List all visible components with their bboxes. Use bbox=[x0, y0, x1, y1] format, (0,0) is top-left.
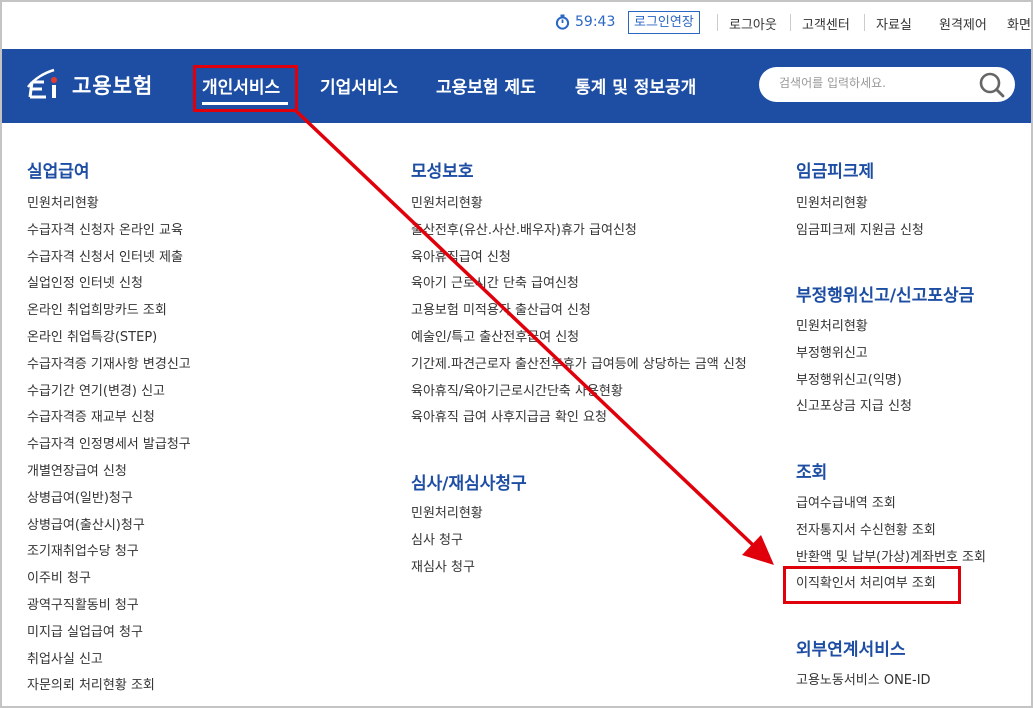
divider bbox=[790, 14, 791, 31]
resources-link[interactable]: 자료실 bbox=[876, 14, 912, 33]
logout-link[interactable]: 로그아웃 bbox=[729, 14, 777, 33]
wage-peak-menu: 민원처리현황 임금피크제 지원금 신청 bbox=[796, 195, 924, 249]
divider bbox=[717, 14, 718, 31]
menu-item[interactable]: 부정행위신고 bbox=[796, 345, 912, 372]
review-menu: 민원처리현황 심사 청구 재심사 청구 bbox=[411, 505, 483, 585]
menu-item[interactable]: 온라인 취업희망카드 조회 bbox=[27, 302, 191, 329]
menu-item[interactable]: 수급자격 인정명세서 발급청구 bbox=[27, 436, 191, 463]
site-logo[interactable]: 고용보험 bbox=[24, 67, 153, 103]
section-title-external: 외부연계서비스 bbox=[796, 640, 906, 660]
menu-item[interactable]: 신고포상금 지급 신청 bbox=[796, 398, 912, 425]
fraud-report-menu: 민원처리현황 부정행위신고 부정행위신고(익명) 신고포상금 지급 신청 bbox=[796, 318, 912, 425]
menu-item[interactable]: 미지급 실업급여 청구 bbox=[27, 624, 191, 651]
menu-item[interactable]: 기간제.파견근로자 출산전후휴가 급여등에 상당하는 금액 신청 bbox=[411, 356, 747, 383]
menu-item[interactable]: 광역구직활동비 청구 bbox=[27, 597, 191, 624]
menu-item[interactable]: 육아휴직 급여 사후지급금 확인 요청 bbox=[411, 409, 747, 436]
menu-item[interactable]: 고용노동서비스 ONE-ID bbox=[796, 672, 931, 699]
divider bbox=[864, 14, 865, 31]
menu-item[interactable]: 수급자격 신청서 인터넷 제출 bbox=[27, 249, 191, 276]
section-title-review: 심사/재심사청구 bbox=[411, 474, 527, 494]
session-timer: 59:43 bbox=[555, 14, 615, 30]
remote-control-link[interactable]: 원격제어 bbox=[939, 14, 987, 33]
timer-value: 59:43 bbox=[575, 14, 616, 30]
menu-item[interactable]: 상병급여(출산시)청구 bbox=[27, 517, 191, 544]
menu-item[interactable]: 상병급여(일반)청구 bbox=[27, 490, 191, 517]
menu-item[interactable]: 개별연장급여 신청 bbox=[27, 463, 191, 490]
menu-item[interactable]: 자문의뢰 처리현황 조회 bbox=[27, 677, 191, 704]
menu-item[interactable]: 수급기간 연기(변경) 신고 bbox=[27, 383, 191, 410]
menu-item[interactable]: 민원처리현황 bbox=[27, 195, 191, 222]
menu-item[interactable]: 고용보험 미적용자 출산급여 신청 bbox=[411, 302, 747, 329]
menu-item[interactable]: 수급자격 신청자 온라인 교육 bbox=[27, 222, 191, 249]
menu-item[interactable]: 육아휴직급여 신청 bbox=[411, 249, 747, 276]
section-title-unemployment: 실업급여 bbox=[27, 162, 90, 182]
menu-item[interactable]: 취업사실 신고 bbox=[27, 651, 191, 678]
section-title-inquiry: 조회 bbox=[796, 463, 828, 483]
extend-login-button[interactable]: 로그인연장 bbox=[628, 11, 700, 34]
menu-item[interactable]: 출산전후(유산.사산.배우자)휴가 급여신청 bbox=[411, 222, 747, 249]
customer-center-link[interactable]: 고객센터 bbox=[802, 14, 850, 33]
screen-link[interactable]: 화면 bbox=[1007, 14, 1031, 33]
section-title-fraud-report: 부정행위신고/신고포상금 bbox=[796, 286, 975, 306]
unemployment-menu: 민원처리현황 수급자격 신청자 온라인 교육 수급자격 신청서 인터넷 제출 실… bbox=[27, 195, 191, 704]
highlight-box-separation-check bbox=[783, 566, 961, 604]
menu-item[interactable]: 부정행위신고(익명) bbox=[796, 372, 912, 399]
menu-item[interactable]: 수급자격증 재교부 신청 bbox=[27, 409, 191, 436]
menu-item[interactable]: 실업인정 인터넷 신청 bbox=[27, 275, 191, 302]
external-menu: 고용노동서비스 ONE-ID bbox=[796, 672, 931, 699]
menu-item[interactable]: 급여수급내역 조회 bbox=[796, 495, 986, 522]
menu-item[interactable]: 민원처리현황 bbox=[796, 195, 924, 222]
search-icon[interactable] bbox=[978, 71, 1006, 99]
menu-item[interactable]: 예술인/특고 출산전후급여 신청 bbox=[411, 329, 747, 356]
menu-item[interactable]: 온라인 취업특강(STEP) bbox=[27, 329, 191, 356]
highlight-box-personal-services bbox=[193, 65, 298, 112]
utility-bar: 59:43 로그인연장 로그아웃 고객센터 자료실 원격제어 화면 bbox=[2, 2, 1031, 48]
menu-item[interactable]: 임금피크제 지원금 신청 bbox=[796, 222, 924, 249]
stopwatch-icon bbox=[555, 14, 570, 30]
main-header: 고용보험 개인서비스 기업서비스 고용보험 제도 통계 및 정보공개 bbox=[2, 49, 1031, 123]
section-title-wage-peak: 임금피크제 bbox=[796, 162, 875, 182]
ei-logo-icon bbox=[24, 67, 66, 103]
maternity-menu: 민원처리현황 출산전후(유산.사산.배우자)휴가 급여신청 육아휴직급여 신청 … bbox=[411, 195, 747, 436]
logo-text: 고용보험 bbox=[72, 74, 154, 98]
nav-statistics[interactable]: 통계 및 정보공개 bbox=[575, 73, 696, 98]
search-input[interactable] bbox=[779, 76, 969, 90]
menu-item[interactable]: 전자통지서 수신현황 조회 bbox=[796, 522, 986, 549]
menu-item[interactable]: 재심사 청구 bbox=[411, 559, 483, 586]
menu-item[interactable]: 심사 청구 bbox=[411, 532, 483, 559]
menu-item[interactable]: 민원처리현황 bbox=[411, 195, 747, 222]
menu-item[interactable]: 수급자격증 기재사항 변경신고 bbox=[27, 356, 191, 383]
menu-item[interactable]: 육아기 근로시간 단축 급여신청 bbox=[411, 275, 747, 302]
menu-item[interactable]: 조기재취업수당 청구 bbox=[27, 543, 191, 570]
search-box bbox=[759, 67, 1015, 102]
menu-item[interactable]: 민원처리현황 bbox=[796, 318, 912, 345]
menu-item[interactable]: 이주비 청구 bbox=[27, 570, 191, 597]
menu-item[interactable]: 육아휴직/육아기근로시간단축 사용현황 bbox=[411, 383, 747, 410]
nav-insurance-system[interactable]: 고용보험 제도 bbox=[436, 73, 536, 98]
menu-item[interactable]: 민원처리현황 bbox=[411, 505, 483, 532]
nav-business-services[interactable]: 기업서비스 bbox=[320, 73, 398, 98]
browser-viewport: 59:43 로그인연장 로그아웃 고객센터 자료실 원격제어 화면 고용보험 개… bbox=[0, 0, 1033, 708]
section-title-maternity: 모성보호 bbox=[411, 162, 474, 182]
